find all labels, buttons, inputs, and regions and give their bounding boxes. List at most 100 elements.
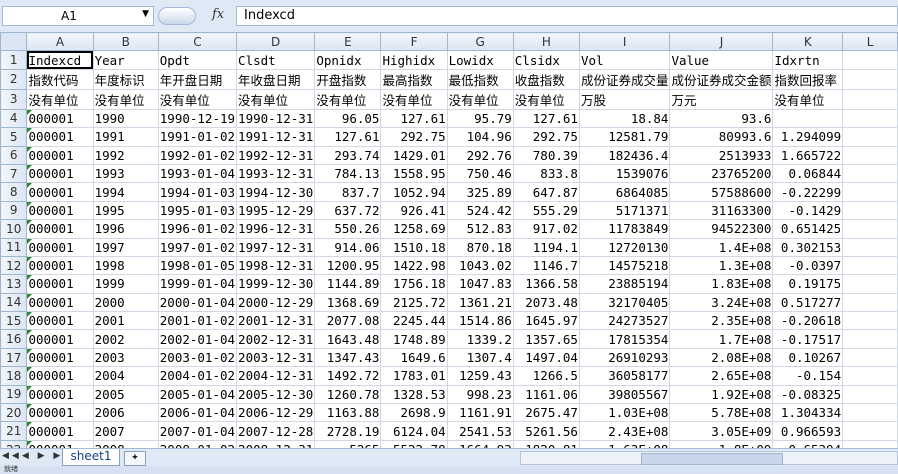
cell-c16[interactable]: 2002-01-04 (157, 329, 238, 349)
cell-i4[interactable]: 18.84 (578, 108, 671, 129)
cell-l16[interactable] (842, 329, 898, 349)
row-header[interactable]: 8 (0, 182, 28, 202)
cell-j2[interactable]: 成份证券成交金额 (669, 68, 774, 90)
cell-l12[interactable] (842, 255, 898, 276)
row-header[interactable]: 5 (0, 127, 28, 147)
cell-g11[interactable]: 870.18 (446, 237, 514, 257)
cell-i10[interactable]: 11783849 (578, 219, 671, 239)
cell-b8[interactable]: 1994 (92, 182, 159, 202)
cell-d18[interactable]: 2004-12-31 (236, 366, 316, 386)
cell-d9[interactable]: 1995-12-29 (236, 200, 316, 221)
cell-j8[interactable]: 57588600 (669, 182, 774, 202)
cell-c12[interactable]: 1998-01-05 (157, 255, 238, 276)
cell-b3[interactable]: 没有单位 (92, 88, 159, 110)
cell-k1[interactable]: Idxrtn (772, 50, 844, 70)
cell-l21[interactable] (842, 421, 898, 441)
cell-d8[interactable]: 1994-12-30 (236, 182, 316, 202)
select-all-corner[interactable] (0, 32, 28, 52)
cell-d11[interactable]: 1997-12-31 (236, 237, 316, 257)
column-header-b[interactable]: B (92, 32, 159, 52)
cell-l7[interactable] (842, 163, 898, 184)
cell-d16[interactable]: 2002-12-31 (236, 329, 316, 349)
cell-e1[interactable]: Opnidx (314, 50, 382, 70)
cell-h8[interactable]: 647.87 (512, 182, 580, 202)
row-header[interactable]: 2 (0, 68, 28, 90)
cell-e12[interactable]: 1200.95 (314, 255, 382, 276)
cell-i9[interactable]: 5171371 (578, 200, 671, 221)
cell-i15[interactable]: 24273527 (578, 311, 671, 331)
row-header[interactable]: 13 (0, 274, 28, 294)
cell-k18[interactable]: -0.154 (772, 366, 844, 386)
column-header-h[interactable]: H (512, 32, 580, 52)
cell-a3[interactable]: 没有单位 (26, 88, 94, 110)
cell-f7[interactable]: 1558.95 (380, 163, 448, 184)
cell-j17[interactable]: 2.08E+08 (669, 347, 774, 368)
cell-l8[interactable] (842, 182, 898, 202)
column-header-a[interactable]: A (26, 32, 94, 52)
cell-c7[interactable]: 1993-01-04 (157, 163, 238, 184)
cell-k8[interactable]: -0.22299 (772, 182, 844, 202)
row-header[interactable]: 14 (0, 292, 28, 313)
cell-h15[interactable]: 1645.97 (512, 311, 580, 331)
cell-f18[interactable]: 1783.01 (380, 366, 448, 386)
cell-j4[interactable]: 93.6 (669, 108, 774, 129)
cell-k19[interactable]: -0.08325 (772, 384, 844, 405)
cell-b22[interactable]: 2008 (92, 439, 159, 448)
cell-g19[interactable]: 998.23 (446, 384, 514, 405)
cell-d19[interactable]: 2005-12-30 (236, 384, 316, 405)
cell-l22[interactable] (842, 439, 898, 448)
cell-j15[interactable]: 2.35E+08 (669, 311, 774, 331)
cell-f16[interactable]: 1748.89 (380, 329, 448, 349)
cell-g7[interactable]: 750.46 (446, 163, 514, 184)
cell-e7[interactable]: 784.13 (314, 163, 382, 184)
cell-g3[interactable]: 没有单位 (446, 88, 514, 110)
cell-f20[interactable]: 2698.9 (380, 403, 448, 423)
cell-k10[interactable]: 0.651425 (772, 219, 844, 239)
cell-e18[interactable]: 1492.72 (314, 366, 382, 386)
cell-g2[interactable]: 最低指数 (446, 68, 514, 90)
cell-d4[interactable]: 1990-12-31 (236, 108, 316, 129)
row-header[interactable]: 15 (0, 311, 28, 331)
cell-g13[interactable]: 1047.83 (446, 274, 514, 294)
column-header-e[interactable]: E (314, 32, 382, 52)
cell-g22[interactable]: 1664.93 (446, 439, 514, 448)
cell-i14[interactable]: 32170405 (578, 292, 671, 313)
cell-i5[interactable]: 12581.79 (578, 127, 671, 147)
cell-e13[interactable]: 1144.89 (314, 274, 382, 294)
cell-i16[interactable]: 17815354 (578, 329, 671, 349)
cell-b18[interactable]: 2004 (92, 366, 159, 386)
cell-l19[interactable] (842, 384, 898, 405)
cell-f5[interactable]: 292.75 (380, 127, 448, 147)
cell-l13[interactable] (842, 274, 898, 294)
cell-e15[interactable]: 2077.08 (314, 311, 382, 331)
cell-k21[interactable]: 0.966593 (772, 421, 844, 441)
insert-sheet-icon[interactable]: ✚ (124, 451, 146, 466)
cell-e14[interactable]: 1368.69 (314, 292, 382, 313)
cell-d22[interactable]: 2008-12-31 (236, 439, 316, 448)
cell-h22[interactable]: 1820.81 (512, 439, 580, 448)
column-header-f[interactable]: F (380, 32, 448, 52)
cell-b16[interactable]: 2002 (92, 329, 159, 349)
cell-g10[interactable]: 512.83 (446, 219, 514, 239)
row-header[interactable]: 21 (0, 421, 28, 441)
cell-g20[interactable]: 1161.91 (446, 403, 514, 423)
cell-k6[interactable]: 1.665722 (772, 145, 844, 165)
cell-c13[interactable]: 1999-01-04 (157, 274, 238, 294)
cell-l4[interactable] (842, 108, 898, 129)
cell-h2[interactable]: 收盘指数 (512, 68, 580, 90)
cell-f8[interactable]: 1052.94 (380, 182, 448, 202)
name-box[interactable]: A1 ▼ (2, 6, 154, 26)
row-header[interactable]: 18 (0, 366, 28, 386)
cell-k13[interactable]: 0.19175 (772, 274, 844, 294)
cell-b9[interactable]: 1995 (92, 200, 159, 221)
cell-a18[interactable]: 000001 (26, 366, 94, 386)
cell-j19[interactable]: 1.92E+08 (669, 384, 774, 405)
cell-a5[interactable]: 000001 (26, 127, 94, 147)
cell-j9[interactable]: 31163300 (669, 200, 774, 221)
row-header[interactable]: 11 (0, 237, 28, 257)
row-header[interactable]: 12 (0, 255, 28, 276)
cell-f21[interactable]: 6124.04 (380, 421, 448, 441)
row-header[interactable]: 22 (0, 439, 28, 448)
cell-e11[interactable]: 914.06 (314, 237, 382, 257)
cell-c8[interactable]: 1994-01-03 (157, 182, 238, 202)
